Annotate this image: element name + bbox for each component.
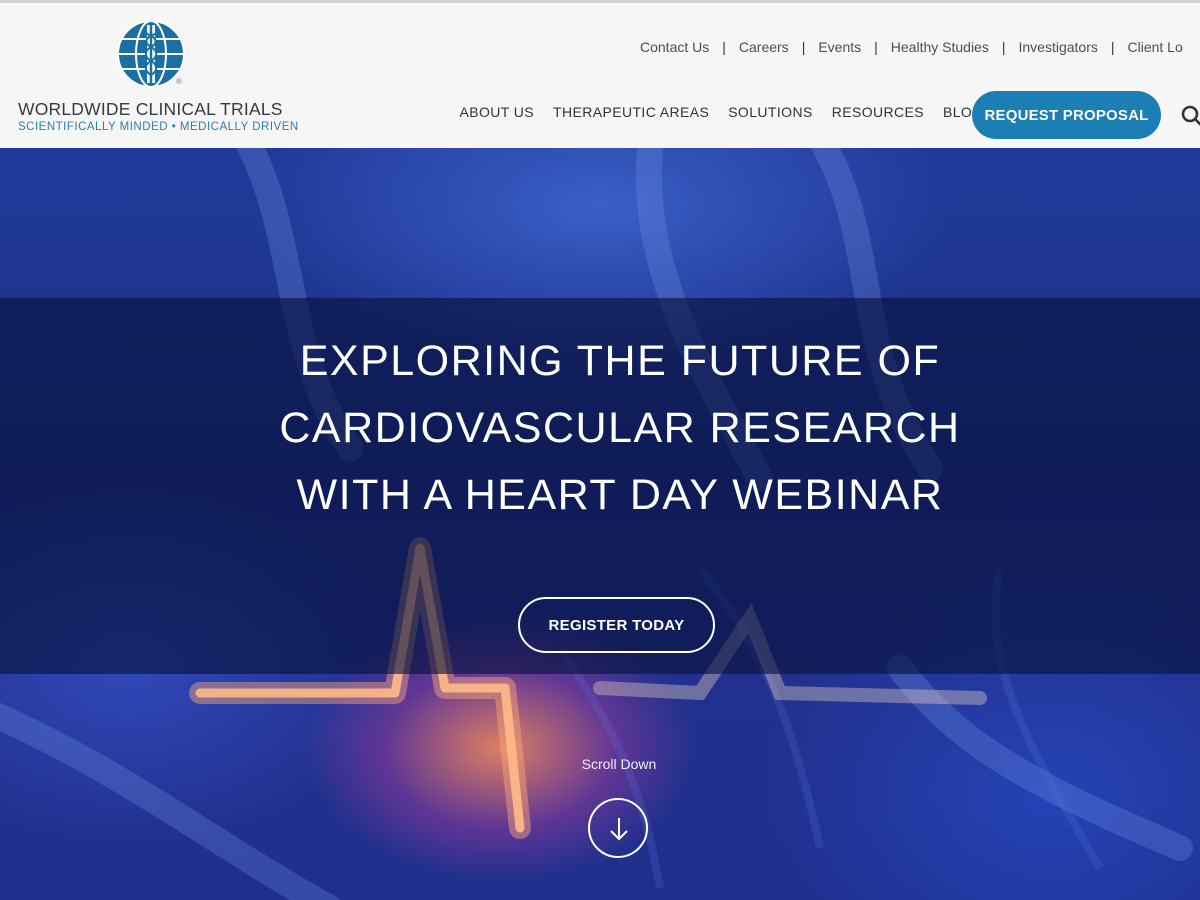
util-link-investigators[interactable]: Investigators <box>1005 39 1110 55</box>
scroll-down-label: Scroll Down <box>581 756 657 772</box>
brand-name: WORLDWIDE CLINICAL TRIALS <box>18 99 283 119</box>
request-proposal-button[interactable]: REQUEST PROPOSAL <box>972 91 1161 139</box>
registered-mark: ® <box>176 77 182 86</box>
hero-headline-line-1: EXPLORING THE FUTURE OF <box>299 337 941 385</box>
arrow-down-icon <box>610 818 628 841</box>
utility-nav: Contact Us | Careers | Events | Healthy … <box>627 39 1196 55</box>
hero-headline: EXPLORING THE FUTURE OF CARDIOVASCULAR R… <box>0 328 1200 529</box>
nav-item-solutions[interactable]: SOLUTIONS <box>719 104 823 120</box>
util-link-events[interactable]: Events <box>805 39 874 55</box>
util-link-healthy-studies[interactable]: Healthy Studies <box>878 39 1002 55</box>
util-link-contact-us[interactable]: Contact Us <box>627 39 722 55</box>
brand-tagline: SCIENTIFICALLY MINDED • MEDICALLY DRIVEN <box>18 121 299 133</box>
hero-headline-line-2: CARDIOVASCULAR RESEARCH <box>279 404 961 452</box>
hero-banner: EXPLORING THE FUTURE OF CARDIOVASCULAR R… <box>0 148 1200 900</box>
nav-item-about-us[interactable]: ABOUT US <box>450 104 544 120</box>
util-link-client-login[interactable]: Client Lo <box>1115 39 1196 55</box>
scroll-down-button[interactable] <box>588 798 648 858</box>
search-icon[interactable] <box>1180 104 1200 128</box>
nav-item-resources[interactable]: RESOURCES <box>822 104 933 120</box>
site-header: ® WORLDWIDE CLINICAL TRIALS SCIENTIFICAL… <box>0 3 1200 148</box>
main-nav: ABOUT US THERAPEUTIC AREAS SOLUTIONS RES… <box>450 104 993 120</box>
hero-headline-line-3: WITH A HEART DAY WEBINAR <box>296 471 944 519</box>
logo[interactable]: ® WORLDWIDE CLINICAL TRIALS SCIENTIFICAL… <box>18 17 298 137</box>
nav-item-therapeutic-areas[interactable]: THERAPEUTIC AREAS <box>544 104 719 120</box>
register-today-button[interactable]: REGISTER TODAY <box>518 597 715 653</box>
util-link-careers[interactable]: Careers <box>726 39 802 55</box>
